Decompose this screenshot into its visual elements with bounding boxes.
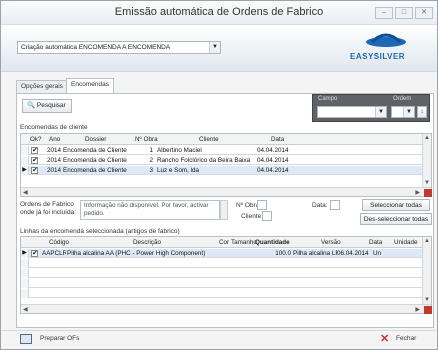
minimize-button[interactable]: –: [375, 7, 393, 19]
close-window-button[interactable]: ✕: [415, 7, 433, 19]
brand-logo-icon: [366, 33, 406, 47]
table-row[interactable]: ✔ 2014 Encomenda de Cliente 1 Albertino …: [21, 146, 422, 155]
row-checkbox[interactable]: ✔: [31, 167, 38, 174]
of-info-scrollbar[interactable]: [220, 200, 228, 220]
of-included-label: Ordens de Fabrico onde já foi incluída:: [20, 201, 77, 216]
search-button[interactable]: 🔍 Pesquisar: [22, 99, 72, 113]
data-label: Data:: [312, 202, 328, 209]
deselect-all-button[interactable]: Des-seleccionar todas: [360, 213, 432, 225]
export-grid-icon[interactable]: [424, 189, 432, 197]
export-grid-icon[interactable]: [424, 306, 432, 314]
data-field[interactable]: [330, 200, 340, 210]
chevron-down-icon: ▼: [375, 107, 386, 117]
filter-box: Campo Ordem ▼ ▼ ↕: [312, 94, 430, 122]
title-bar: Emissão automática de Ordens de Fabrico …: [1, 1, 437, 25]
lines-table[interactable]: Código Descrição Cor Tamanho Quantidade …: [20, 236, 432, 314]
lines-vertical-scrollbar[interactable]: ▲ ▼: [422, 237, 431, 304]
lines-table-header: Código Descrição Cor Tamanho Quantidade …: [21, 237, 431, 248]
close-button[interactable]: ✕ Fechar: [380, 333, 430, 346]
current-row-indicator: ▶: [21, 166, 29, 175]
chevron-down-icon: ▼: [209, 42, 220, 53]
maximize-button[interactable]: □: [395, 7, 413, 19]
row-checkbox[interactable]: ✔: [31, 157, 38, 164]
orders-horizontal-scrollbar[interactable]: ◀ ▶: [21, 187, 431, 196]
order-select[interactable]: ▼: [391, 106, 415, 118]
close-icon: ✕: [380, 333, 390, 345]
tab-opcoes-gerais[interactable]: Opções gerais: [16, 80, 68, 93]
of-info-box: Informação não disponível. Por favor, ac…: [80, 200, 220, 220]
search-icon: 🔍: [27, 102, 36, 109]
obra-field[interactable]: [257, 200, 267, 210]
sort-toggle-button[interactable]: ↕: [417, 106, 427, 118]
orders-table-header: Ok? Ano Dossier Nº Obra Cliente Data: [21, 134, 431, 145]
chevron-down-icon: ▼: [403, 107, 414, 117]
window-title: Emissão automática de Ordens de Fabrico: [114, 6, 324, 18]
automation-type-select[interactable]: Criação automática ENCOMENDA A ENCOMENDA…: [17, 41, 221, 54]
orders-table[interactable]: Ok? Ano Dossier Nº Obra Cliente Data ✔ 2…: [20, 133, 432, 197]
order-label: Ordem: [393, 96, 412, 102]
table-row[interactable]: ✔ 2014 Encomenda de Cliente 2 Rancho Fol…: [21, 156, 422, 165]
current-row-indicator: ▶: [21, 249, 29, 258]
cliente-field[interactable]: [262, 211, 272, 221]
row-checkbox[interactable]: ✔: [31, 250, 38, 257]
orders-vertical-scrollbar[interactable]: ▲ ▼: [422, 134, 431, 187]
field-select[interactable]: ▼: [317, 106, 387, 118]
orders-section-title: Encomendas de cliente: [20, 124, 88, 131]
lines-horizontal-scrollbar[interactable]: ◀ ▶: [21, 304, 431, 313]
brand-logo-text: EASYSILVER: [350, 52, 406, 61]
lines-section-title: Linhas da encomenda seleccionada (artigo…: [20, 228, 180, 235]
select-all-button[interactable]: Seleccionar todas: [362, 199, 430, 211]
cliente-label: Cliente:: [241, 213, 264, 220]
table-row-selected[interactable]: ▶ ✔ 2014 Encomenda de Cliente 3 Luz e So…: [21, 166, 422, 175]
tab-encomendas[interactable]: Encomendas: [66, 78, 114, 93]
prepare-ofs-button[interactable]: Preparar OFs: [20, 333, 98, 346]
form-icon: [20, 334, 32, 344]
row-checkbox[interactable]: ✔: [31, 147, 38, 154]
field-label: Campo: [318, 96, 338, 102]
table-row-selected[interactable]: ▶ ✔ AAPCLRA Pilha alcalina AA (PHC - Pow…: [21, 249, 422, 258]
